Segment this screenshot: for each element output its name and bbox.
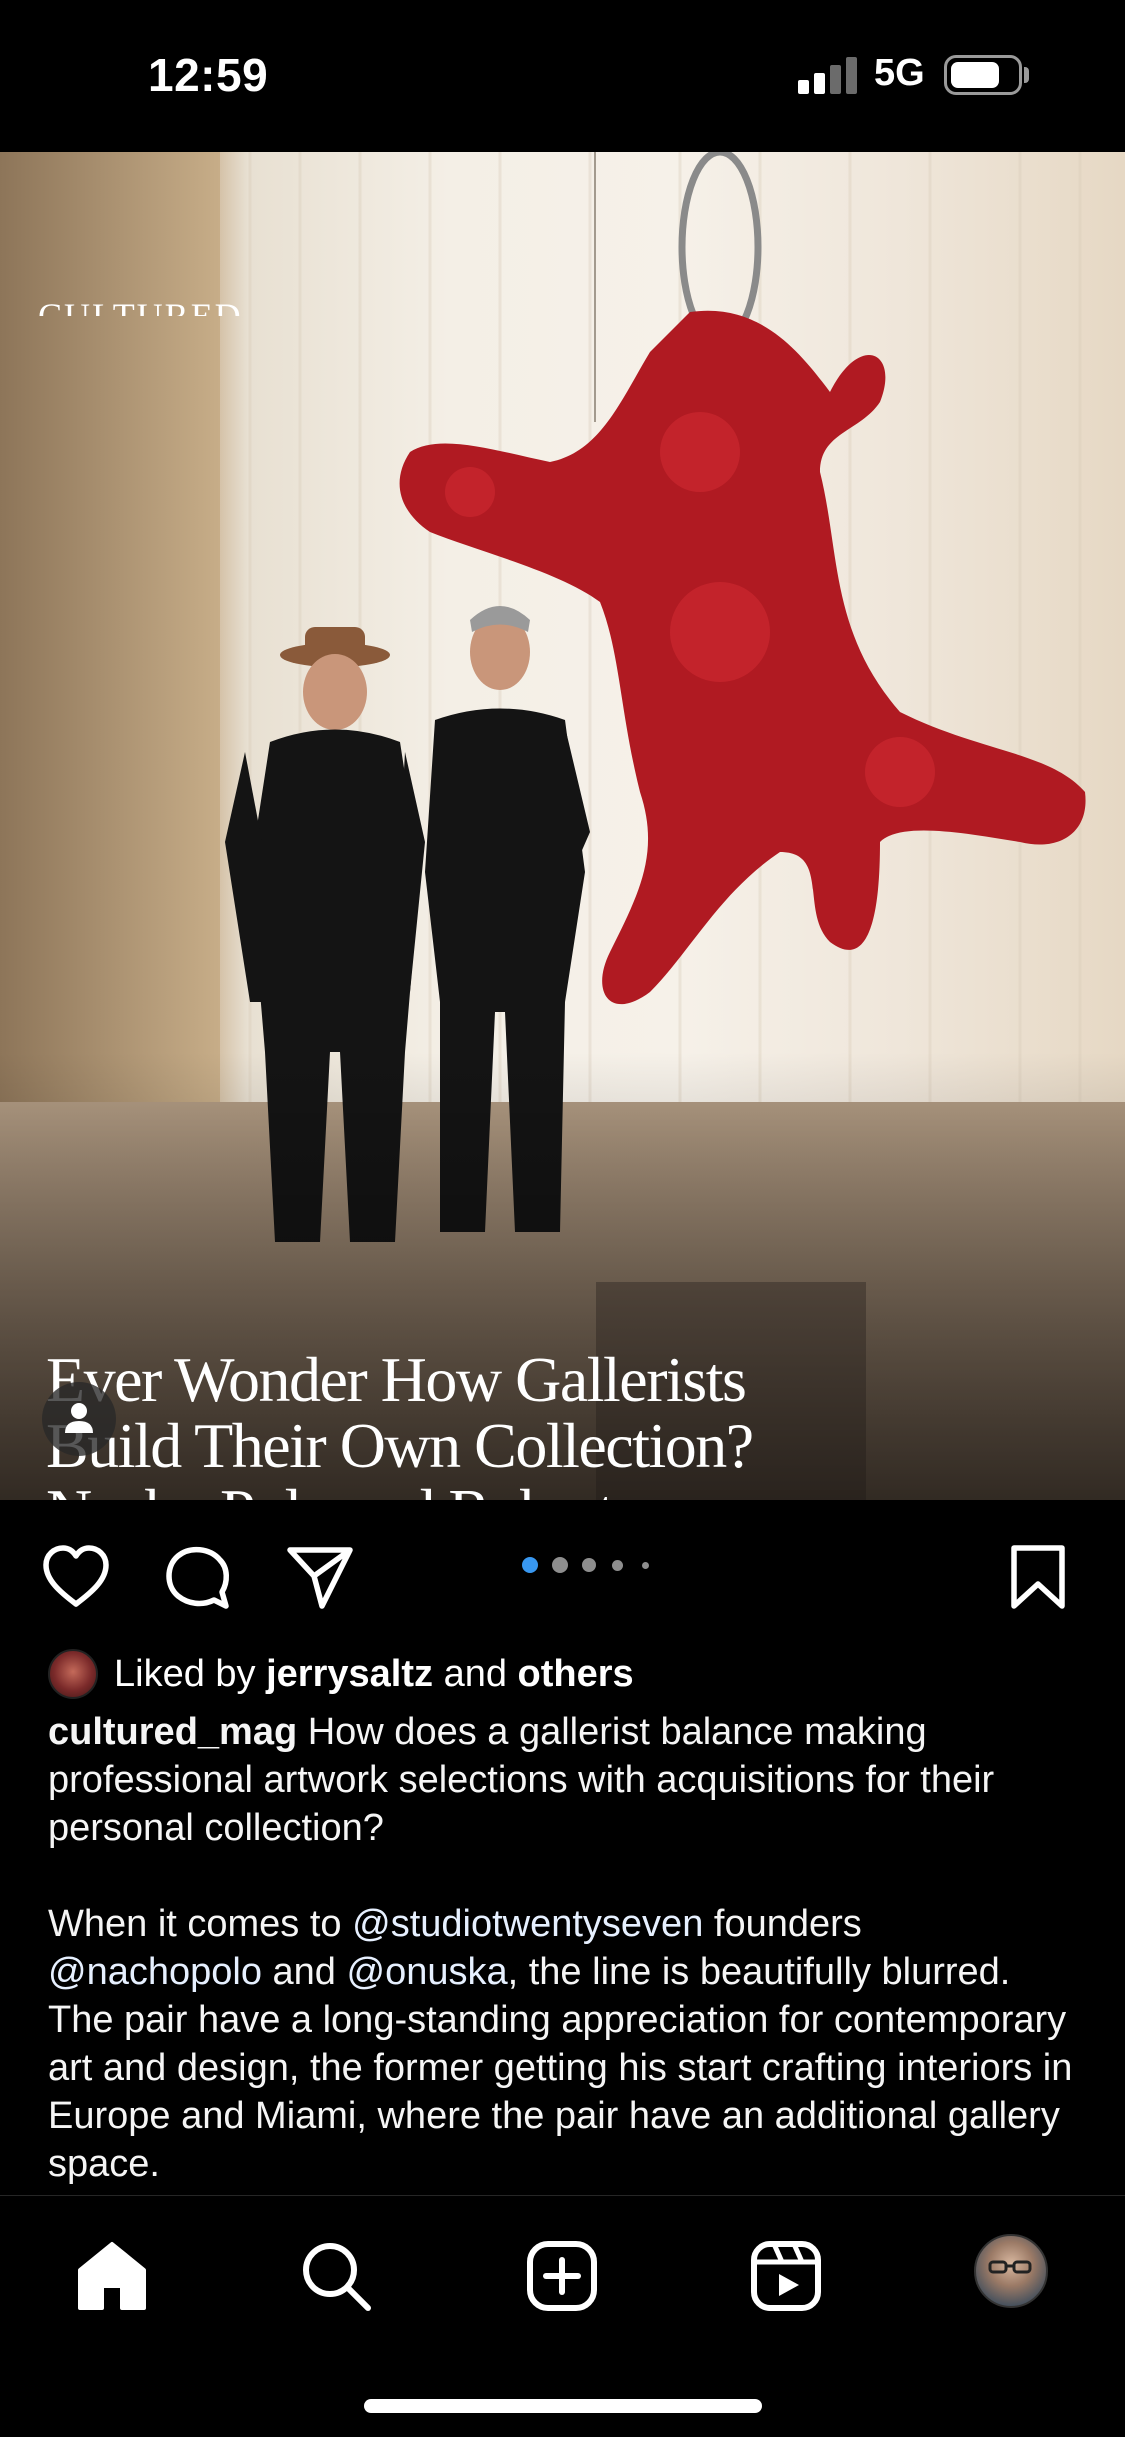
carousel-dot xyxy=(642,1561,649,1569)
likes-prefix: Liked by xyxy=(114,1653,256,1695)
person-tag-icon xyxy=(65,1403,93,1433)
post-photo-illustration xyxy=(0,152,1125,1500)
carousel-dot xyxy=(582,1558,596,1572)
profile-photo xyxy=(988,2260,1032,2274)
likes-connector: and xyxy=(443,1653,507,1695)
profile-avatar[interactable] xyxy=(974,2234,1048,2308)
home-icon[interactable] xyxy=(72,2236,152,2316)
bookmark-icon[interactable] xyxy=(1002,1542,1074,1614)
carousel-dot xyxy=(552,1557,568,1573)
brand-watermark: CULTURED xyxy=(38,298,243,316)
caption-username[interactable]: cultured_mag xyxy=(48,1711,297,1753)
status-bar: 12:59 5G xyxy=(0,0,1125,152)
liker-avatar[interactable] xyxy=(48,1649,98,1699)
reels-icon[interactable] xyxy=(746,2236,826,2316)
heart-icon[interactable] xyxy=(40,1542,112,1614)
post-caption: cultured_mag How does a gallerist balanc… xyxy=(48,1708,1078,2188)
paper-plane-icon[interactable] xyxy=(284,1542,356,1614)
add-post-icon[interactable] xyxy=(522,2236,602,2316)
battery-fill xyxy=(951,62,999,88)
mention-link[interactable]: @onuska xyxy=(347,1951,508,1993)
post-image[interactable]: CULTURED Ever Wonder How Gallerists Buil… xyxy=(0,152,1125,1500)
home-indicator[interactable] xyxy=(364,2399,762,2413)
comment-bubble-icon[interactable] xyxy=(162,1542,234,1614)
status-time: 12:59 xyxy=(148,49,269,101)
carousel-dot xyxy=(612,1559,623,1571)
post-headline: Ever Wonder How Gallerists Build Their O… xyxy=(46,1344,754,1501)
likes-text: Liked by jerrysaltz and others xyxy=(114,1646,634,1702)
battery-tip xyxy=(1024,67,1029,83)
carousel-dot-active xyxy=(522,1557,538,1573)
mention-link[interactable]: @nachopolo xyxy=(48,1951,262,1993)
caption-text-segment: and xyxy=(272,1951,336,1993)
mention-link[interactable]: @studiotwentyseven xyxy=(352,1903,703,1945)
tagged-people-button[interactable] xyxy=(42,1382,116,1456)
caption-text-segment: founders xyxy=(713,1903,862,1945)
caption-paragraph-2: When it comes to @studiotwentyseven foun… xyxy=(48,1900,1078,2188)
battery-icon xyxy=(944,55,1022,95)
likes-others-link[interactable]: others xyxy=(518,1653,634,1695)
caption-paragraph-1: cultured_mag How does a gallerist balanc… xyxy=(48,1708,1078,1852)
liker-username[interactable]: jerrysaltz xyxy=(266,1653,433,1695)
cellular-signal-icon xyxy=(798,56,858,94)
search-icon[interactable] xyxy=(296,2236,376,2316)
caption-text-segment: When it comes to xyxy=(48,1903,342,1945)
network-type: 5G xyxy=(874,52,925,94)
